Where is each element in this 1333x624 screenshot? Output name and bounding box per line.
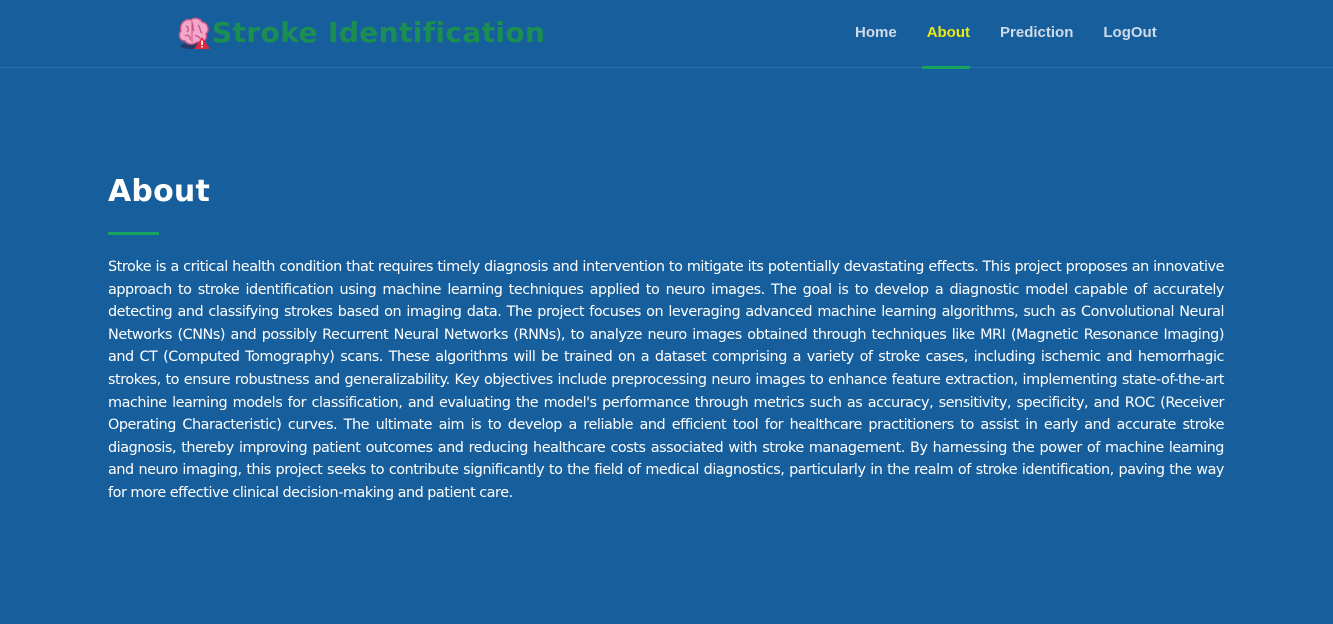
brain-alert-icon — [178, 17, 210, 49]
about-paragraph: Stroke is a critical health condition th… — [108, 259, 1224, 501]
main-nav: Home About Prediction LogOut — [840, 0, 1172, 68]
nav-prediction[interactable]: Prediction — [985, 0, 1088, 68]
section-title: About — [108, 174, 211, 209]
brand-name[interactable]: Stroke Identification — [212, 15, 545, 51]
brand-logo[interactable]: Stroke Identification — [176, 14, 545, 52]
nav-logout[interactable]: LogOut — [1088, 0, 1171, 68]
active-nav-indicator — [922, 66, 970, 69]
nav-home[interactable]: Home — [840, 0, 912, 68]
title-divider — [108, 232, 159, 235]
site-header: Stroke Identification Home About Predict… — [0, 0, 1333, 69]
nav-about[interactable]: About — [912, 0, 985, 68]
